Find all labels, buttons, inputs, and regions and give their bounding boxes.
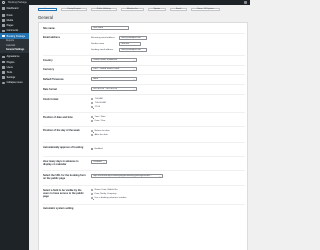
position-week-option-2[interactable]: After the date [91,134,108,137]
receiving-email-input[interactable]: user@example.com [119,35,147,40]
select-url-label: Select the URL for the booking form on t… [43,174,86,180]
page-title: General [38,15,53,20]
country-label: Country [43,59,53,62]
submenu-item-general-settings[interactable]: General Settings [0,48,29,52]
sender-name-label: Sender name [91,42,105,45]
auto-approve-label: Automatically approve of booking [43,146,84,149]
clock-option-1[interactable]: 7:00 AM [91,98,103,101]
radio-button[interactable] [91,134,94,137]
position-date-option-1[interactable]: Year / Date [91,116,105,120]
receiving-email-label: Receiving email address [91,36,115,39]
display-fields-option-1[interactable]: Name, Date, Mobile No. [91,189,118,192]
tab-member-list[interactable]: Member list [120,7,144,12]
display-fields-option-2[interactable]: Date, Notify, Company [91,193,116,196]
pin-icon [2,13,5,17]
currency-select[interactable]: USD - United States Dollar [91,67,137,71]
public-days-select[interactable]: Disabled [91,160,107,164]
display-fields-option-3[interactable]: Use a booking reference number [91,197,126,201]
date-format-label: Date format [43,88,57,91]
settings-card: Site name Site name Email address Receiv… [38,22,248,250]
settings-tabs: General Design/Layout Public Holidays Me… [38,7,220,12]
settings-icon [2,76,5,79]
avatar[interactable] [243,0,247,5]
position-week-label: Position of the day of the week [43,129,80,132]
site-name-input[interactable]: Site name [91,26,129,30]
radio-button-checked[interactable] [91,130,95,134]
position-week-option-1[interactable]: Before the date [91,130,110,134]
timezone-select[interactable]: none [91,77,137,81]
comment-icon [2,29,5,33]
position-date-label: Position of date and time [43,116,73,119]
sending-email-input[interactable]: user@example.com [119,47,147,52]
select-url-select[interactable]: http://localhost/wp-content/plugins/book… [91,174,163,178]
auto-system-setting-label: Automatic system setting [43,207,74,210]
dashboard-icon [2,7,5,10]
tab-design-layout[interactable]: Design/Layout [61,7,87,12]
country-select[interactable]: United States of America [91,58,137,62]
radio-button[interactable] [91,193,94,196]
wordpress-logo-icon[interactable] [2,0,6,5]
tab-syntax[interactable]: Syntax [147,7,167,12]
sending-email-label: Sending email address [91,48,114,51]
email-label: Email address [43,36,60,39]
tab-email[interactable]: Email [170,7,188,12]
timezone-label: Default Timezone [43,78,64,81]
sidebar-item-dashboard[interactable]: Dashboard [0,6,29,11]
collapse-menu-button[interactable]: Collapse menu [0,80,29,85]
position-date-option-2[interactable]: Date / Year [91,120,105,123]
display-fields-label: Select a field to be visible by the user… [43,189,84,198]
public-days-label: How many days in advance to display on c… [43,160,79,166]
auto-approve-checkbox[interactable]: Enabled [91,148,103,151]
clock-format-label: Clock format [43,98,59,101]
media-icon [2,19,5,22]
wrench-icon [2,71,5,74]
currency-label: Currency [43,68,54,71]
radio-button-checked[interactable] [91,106,95,110]
admin-bar-site-name[interactable]: Booking Package [8,1,27,4]
brush-icon [2,55,5,59]
admin-sidebar: Dashboard Posts Media Pages Comments Boo… [0,5,29,250]
tab-form-ui-options[interactable]: Form / UI Options [191,7,220,12]
clock-option-3[interactable]: 17:00 [91,106,100,110]
sender-name-input[interactable]: Site title [119,41,141,46]
site-name-label: Site name [43,27,55,30]
radio-button[interactable] [91,120,94,123]
page-icon [2,24,5,27]
radio-button-checked[interactable] [91,197,95,201]
clock-option-2[interactable]: 7:00:00 AM [91,102,106,105]
user-icon [2,65,5,69]
checkbox[interactable] [91,148,94,151]
collapse-icon [2,81,5,85]
tab-public-holidays[interactable]: Public Holidays [90,7,117,12]
radio-button[interactable] [91,189,94,192]
plugin-icon [2,60,5,64]
radio-button[interactable] [91,102,94,105]
booking-package-submenu: Reports Calendar General Settings [0,38,29,53]
main-content: General Design/Layout Public Holidays Me… [29,5,250,250]
tab-general[interactable]: General [38,7,58,12]
radio-button-checked[interactable] [91,116,95,120]
date-format-select[interactable]: 01/23/2019 · 01/23/2019 [91,87,137,91]
calendar-icon [2,34,5,38]
radio-button[interactable] [91,98,94,101]
